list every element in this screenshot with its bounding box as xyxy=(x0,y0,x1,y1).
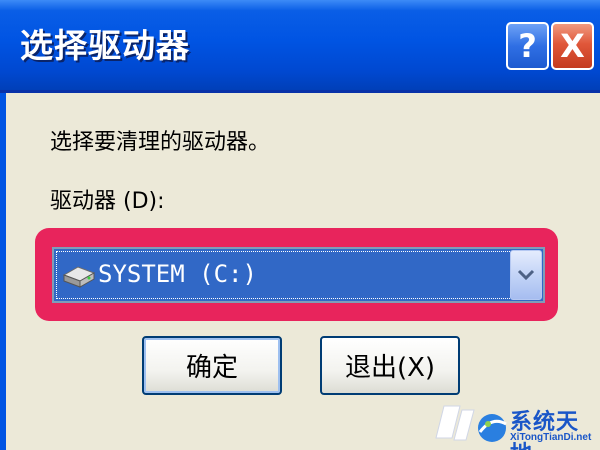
help-icon: ? xyxy=(518,27,537,65)
close-button[interactable]: X xyxy=(551,22,594,70)
dropdown-button[interactable] xyxy=(510,250,542,300)
watermark-subtitle: XiTongTianDi.net xyxy=(510,432,592,443)
select-drive-dialog: 选择驱动器 ? X 选择要清理的驱动器。 驱动器 (D): SYSTEM (C:… xyxy=(0,0,600,450)
instruction-text: 选择要清理的驱动器。 xyxy=(50,130,271,155)
watermark: 系统天地 XiTongTianDi.net xyxy=(430,398,600,450)
help-button[interactable]: ? xyxy=(506,22,549,70)
drive-select[interactable]: SYSTEM (C:) xyxy=(52,247,545,303)
exit-button[interactable]: 退出(X) xyxy=(320,336,460,395)
ok-button[interactable]: 确定 xyxy=(142,336,282,395)
watermark-logo-icon xyxy=(435,405,507,442)
watermark-title: 系统天地 xyxy=(510,410,580,450)
selected-drive: SYSTEM (C:) xyxy=(98,260,257,288)
window-border xyxy=(0,93,6,450)
drive-label: 驱动器 (D): xyxy=(50,189,165,214)
chevron-down-icon xyxy=(517,269,535,281)
window-title: 选择驱动器 xyxy=(20,26,190,65)
close-icon: X xyxy=(560,27,585,65)
hard-drive-icon xyxy=(62,266,96,288)
title-bar[interactable]: 选择驱动器 ? X xyxy=(0,0,600,93)
